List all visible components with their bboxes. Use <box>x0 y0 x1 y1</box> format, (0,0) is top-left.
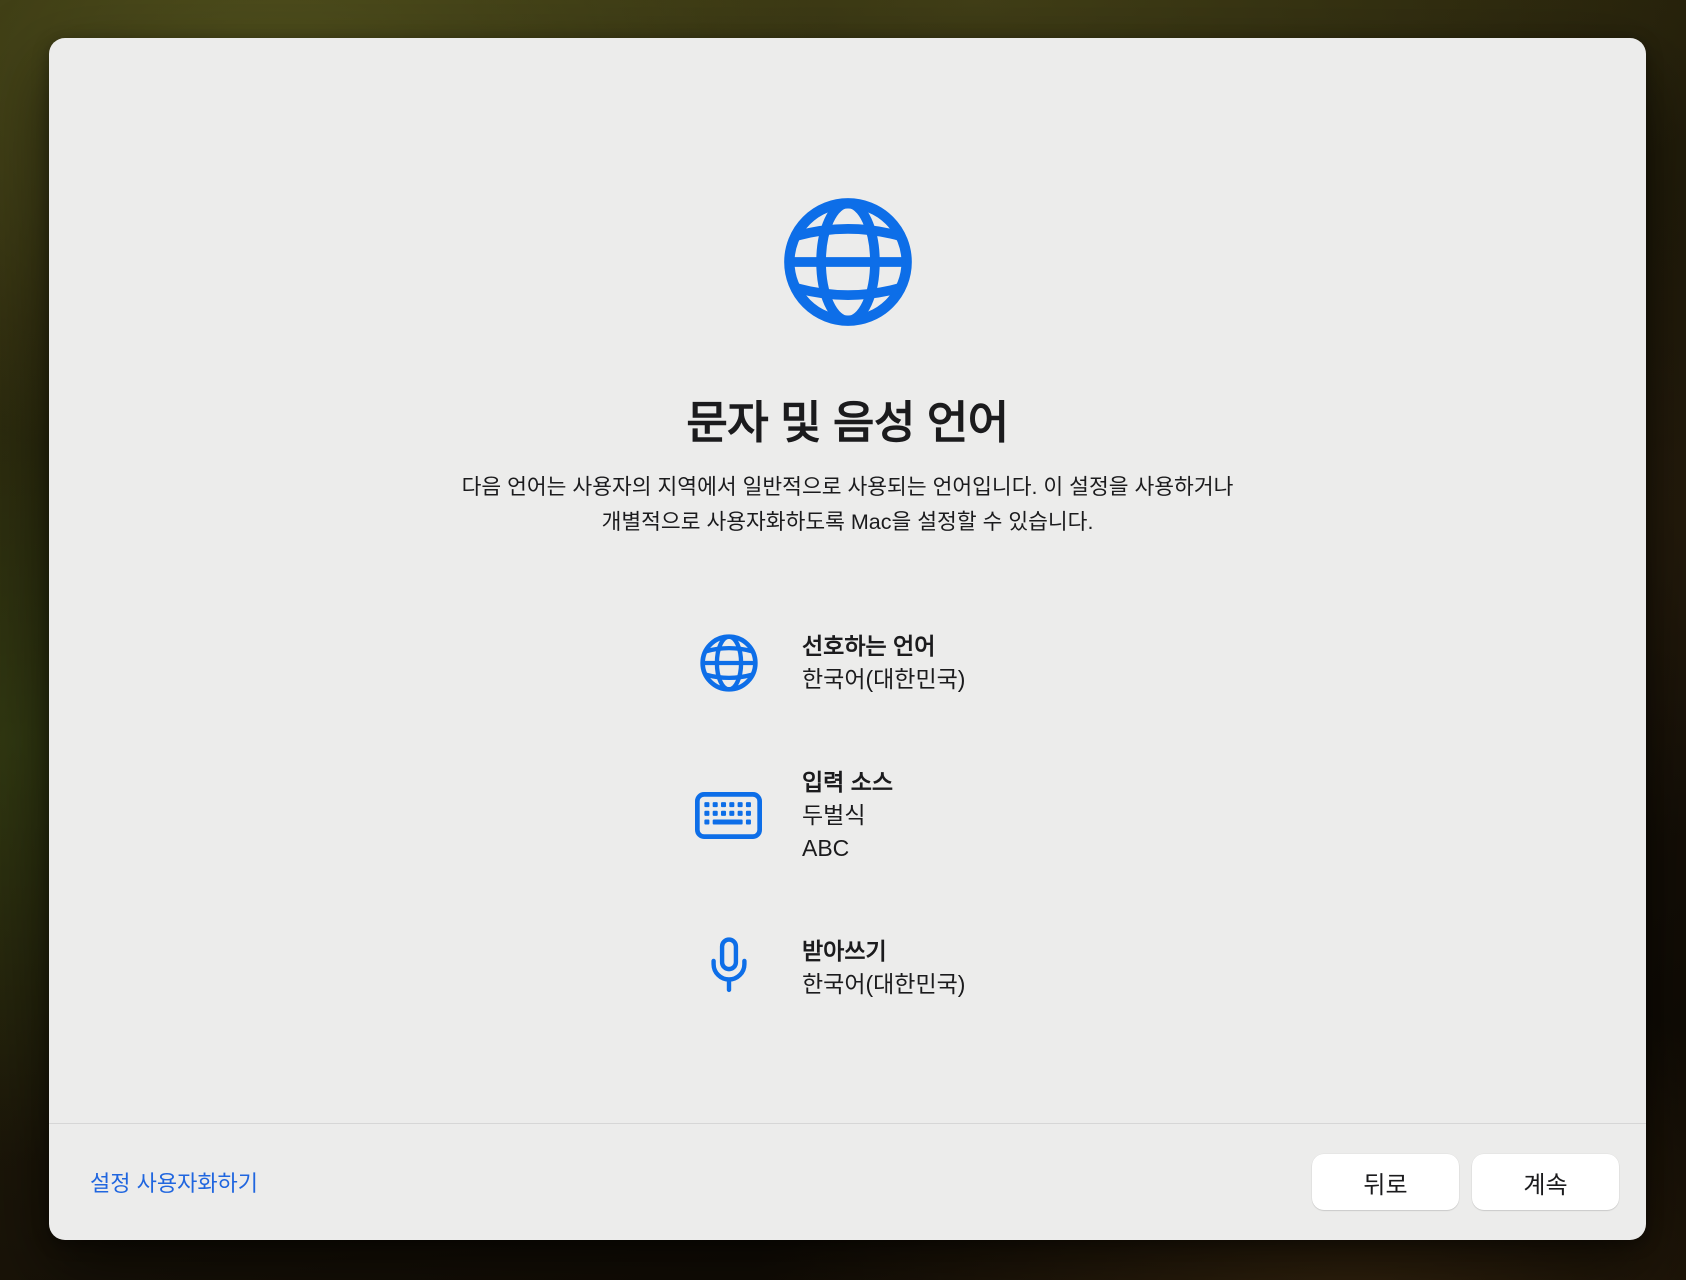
list-item-preferred-language: 선호하는 언어 한국어(대한민국) <box>694 630 965 696</box>
item-text-block: 입력 소스 두벌식 ABC <box>802 766 893 865</box>
item-label: 선호하는 언어 <box>802 630 965 663</box>
item-text-block: 선호하는 언어 한국어(대한민국) <box>802 630 965 696</box>
globe-icon <box>779 193 917 331</box>
list-item-dictation: 받아쓰기 한국어(대한민국) <box>694 935 965 1001</box>
language-settings-list: 선호하는 언어 한국어(대한민국) 입력 소스 두벌식 ABC <box>694 630 965 1001</box>
list-item-input-sources: 입력 소스 두벌식 ABC <box>694 766 965 865</box>
setup-assistant-window: 문자 및 음성 언어 다음 언어는 사용자의 지역에서 일반적으로 사용되는 언… <box>49 38 1646 1240</box>
customize-settings-link[interactable]: 설정 사용자화하기 <box>90 1166 258 1198</box>
item-label: 받아쓰기 <box>802 935 965 968</box>
footer-bar: 설정 사용자화하기 뒤로 계속 <box>49 1123 1646 1240</box>
back-button[interactable]: 뒤로 <box>1312 1154 1459 1210</box>
page-title: 문자 및 음성 언어 <box>49 386 1646 451</box>
item-label: 입력 소스 <box>802 766 893 799</box>
item-value: ABC <box>802 832 893 865</box>
keyboard-icon <box>694 792 763 839</box>
item-value: 한국어(대한민국) <box>802 968 965 1001</box>
footer-buttons: 뒤로 계속 <box>1312 1154 1619 1210</box>
page-description: 다음 언어는 사용자의 지역에서 일반적으로 사용되는 언어입니다. 이 설정을… <box>368 470 1328 540</box>
item-value: 한국어(대한민국) <box>802 663 965 696</box>
continue-button[interactable]: 계속 <box>1472 1154 1619 1210</box>
setup-step-content: 문자 및 음성 언어 다음 언어는 사용자의 지역에서 일반적으로 사용되는 언… <box>49 38 1646 1123</box>
page-description-line1: 다음 언어는 사용자의 지역에서 일반적으로 사용되는 언어입니다. 이 설정을… <box>462 475 1234 499</box>
item-value: 두벌식 <box>802 799 893 832</box>
globe-icon <box>694 632 763 694</box>
microphone-icon <box>694 937 763 1000</box>
page-description-line2: 개별적으로 사용자화하도록 Mac을 설정할 수 있습니다. <box>602 510 1094 534</box>
item-text-block: 받아쓰기 한국어(대한민국) <box>802 935 965 1001</box>
